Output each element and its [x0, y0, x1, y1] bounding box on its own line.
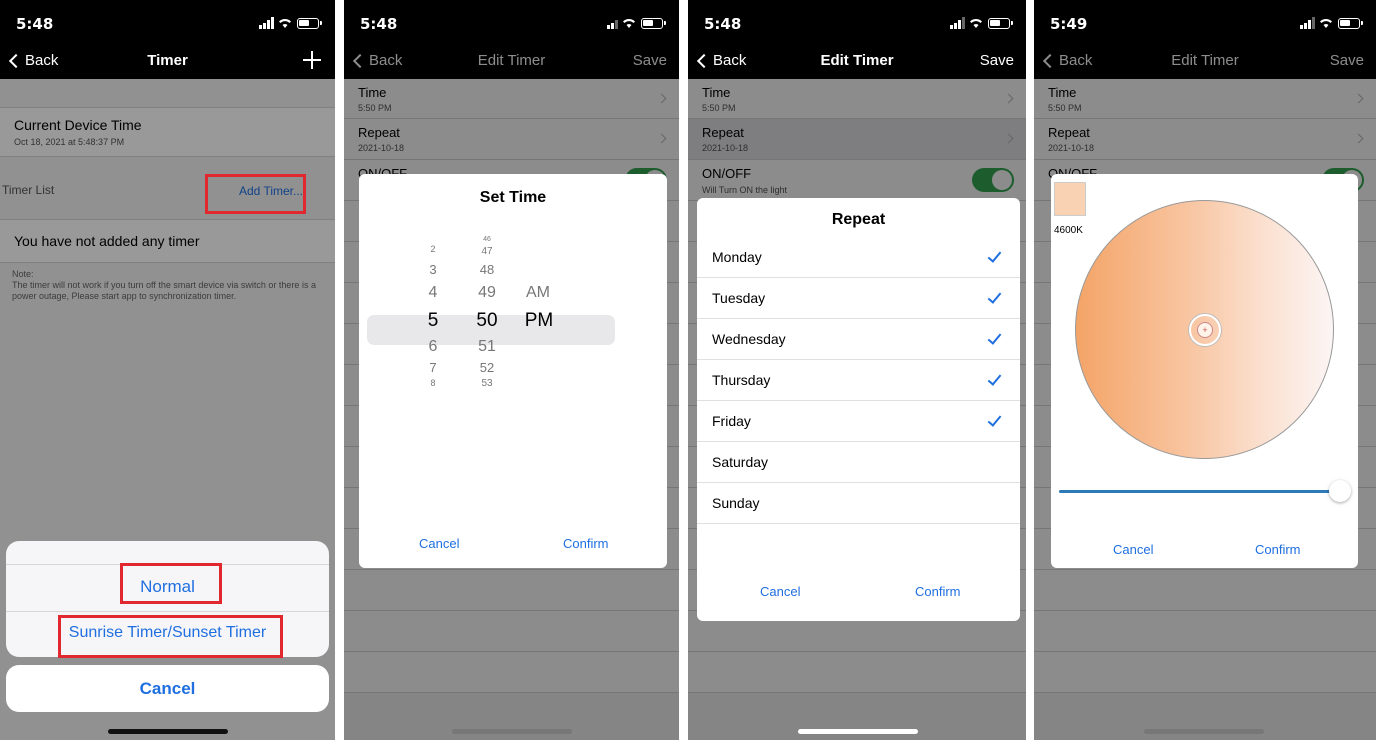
- battery-icon: [1338, 18, 1363, 29]
- screen-set-time: 5:48 Back Edit Timer Save Time 5:50 PM R…: [344, 0, 679, 740]
- battery-icon: [988, 18, 1013, 29]
- status-time: 5:49: [1050, 15, 1088, 33]
- cancel-button[interactable]: Cancel: [1113, 542, 1153, 557]
- nav-bar: Back Edit Timer Save: [688, 44, 1026, 79]
- nav-bar: Back Timer: [0, 44, 335, 79]
- highlight-box-add-timer: [205, 174, 306, 214]
- signal-icon: [259, 25, 262, 29]
- home-indicator: [1144, 729, 1264, 734]
- checkmark-icon: [987, 371, 1002, 386]
- status-icons: [950, 17, 1013, 29]
- home-indicator: [798, 729, 918, 734]
- home-indicator: [108, 729, 228, 734]
- status-time: 5:48: [360, 15, 398, 33]
- dialog-title: Set Time: [479, 189, 547, 206]
- cancel-button[interactable]: Cancel: [6, 665, 329, 712]
- confirm-button[interactable]: Confirm: [563, 536, 609, 551]
- repeat-dialog: Repeat Monday Tuesday Wednesday Thursday…: [697, 198, 1020, 621]
- slider-fill: [1059, 490, 1340, 493]
- selected-ampm: PM: [524, 310, 554, 331]
- brightness-slider[interactable]: [1059, 480, 1351, 502]
- selected-minute: 50: [476, 310, 498, 331]
- status-time: 5:48: [704, 15, 742, 33]
- wifi-icon: [1320, 19, 1332, 28]
- dialog-title: Repeat: [831, 211, 886, 228]
- screen-repeat: 5:48 Back Edit Timer Save Time 5:50 PM R…: [688, 0, 1026, 740]
- time-picker[interactable]: 2 3 4 5 6 7 8 46 47 48 49 50 51 52 53 AM…: [359, 232, 667, 402]
- status-icons: [259, 17, 322, 29]
- status-bar: 5:48: [344, 0, 679, 44]
- add-icon[interactable]: [303, 51, 321, 69]
- status-bar: 5:49: [1034, 0, 1376, 44]
- cancel-button[interactable]: Cancel: [760, 584, 800, 599]
- signal-icon: [1300, 25, 1303, 29]
- wifi-icon: [970, 19, 982, 28]
- checkmark-icon: [987, 248, 1002, 263]
- day-item-friday[interactable]: Friday: [697, 401, 1020, 442]
- battery-icon: [297, 18, 322, 29]
- wifi-icon: [279, 19, 291, 28]
- day-item-monday[interactable]: Monday: [697, 237, 1020, 278]
- battery-icon: [641, 18, 666, 29]
- wifi-icon: [623, 19, 635, 28]
- color-swatch: [1054, 182, 1086, 216]
- highlight-box-normal: [120, 563, 222, 604]
- checkmark-icon: [987, 330, 1002, 345]
- set-time-dialog: Set Time 2 3 4 5 6 7 8 46 47 48 49 50 51…: [359, 174, 667, 568]
- day-item-saturday[interactable]: Saturday: [697, 442, 1020, 483]
- day-item-thursday[interactable]: Thursday: [697, 360, 1020, 401]
- save-button[interactable]: Save: [980, 52, 1014, 69]
- signal-icon: [950, 25, 953, 29]
- wheel-handle-icon[interactable]: +: [1189, 314, 1221, 346]
- color-temperature-wheel[interactable]: +: [1075, 200, 1334, 459]
- selected-hour: 5: [427, 310, 439, 331]
- day-item-wednesday[interactable]: Wednesday: [697, 319, 1020, 360]
- checkmark-icon: [987, 289, 1002, 304]
- color-temp-dialog: 4600K + Cancel Confirm: [1051, 174, 1358, 568]
- signal-icon: [607, 25, 610, 29]
- kelvin-label: 4600K: [1054, 225, 1083, 236]
- status-icons: [607, 17, 666, 29]
- page-title: Timer: [147, 52, 188, 69]
- screen-color-temperature: 5:49 Back Edit Timer Save Time 5:50 PM R…: [1034, 0, 1376, 740]
- day-item-sunday[interactable]: Sunday: [697, 483, 1020, 524]
- confirm-button[interactable]: Confirm: [915, 584, 961, 599]
- confirm-button[interactable]: Confirm: [1255, 542, 1301, 557]
- status-bar: 5:48: [688, 0, 1026, 44]
- checkmark-icon: [987, 412, 1002, 427]
- home-indicator: [452, 729, 572, 734]
- status-time: 5:48: [16, 15, 54, 33]
- slider-thumb[interactable]: [1329, 480, 1351, 502]
- cancel-button[interactable]: Cancel: [419, 536, 459, 551]
- status-bar: 5:48: [0, 0, 335, 44]
- screen-timer: 5:48 Back Timer Current Device Time Oct …: [0, 0, 335, 740]
- status-icons: [1300, 17, 1363, 29]
- day-item-tuesday[interactable]: Tuesday: [697, 278, 1020, 319]
- page-title: Edit Timer: [820, 52, 894, 69]
- highlight-box-sunrise: [58, 615, 283, 658]
